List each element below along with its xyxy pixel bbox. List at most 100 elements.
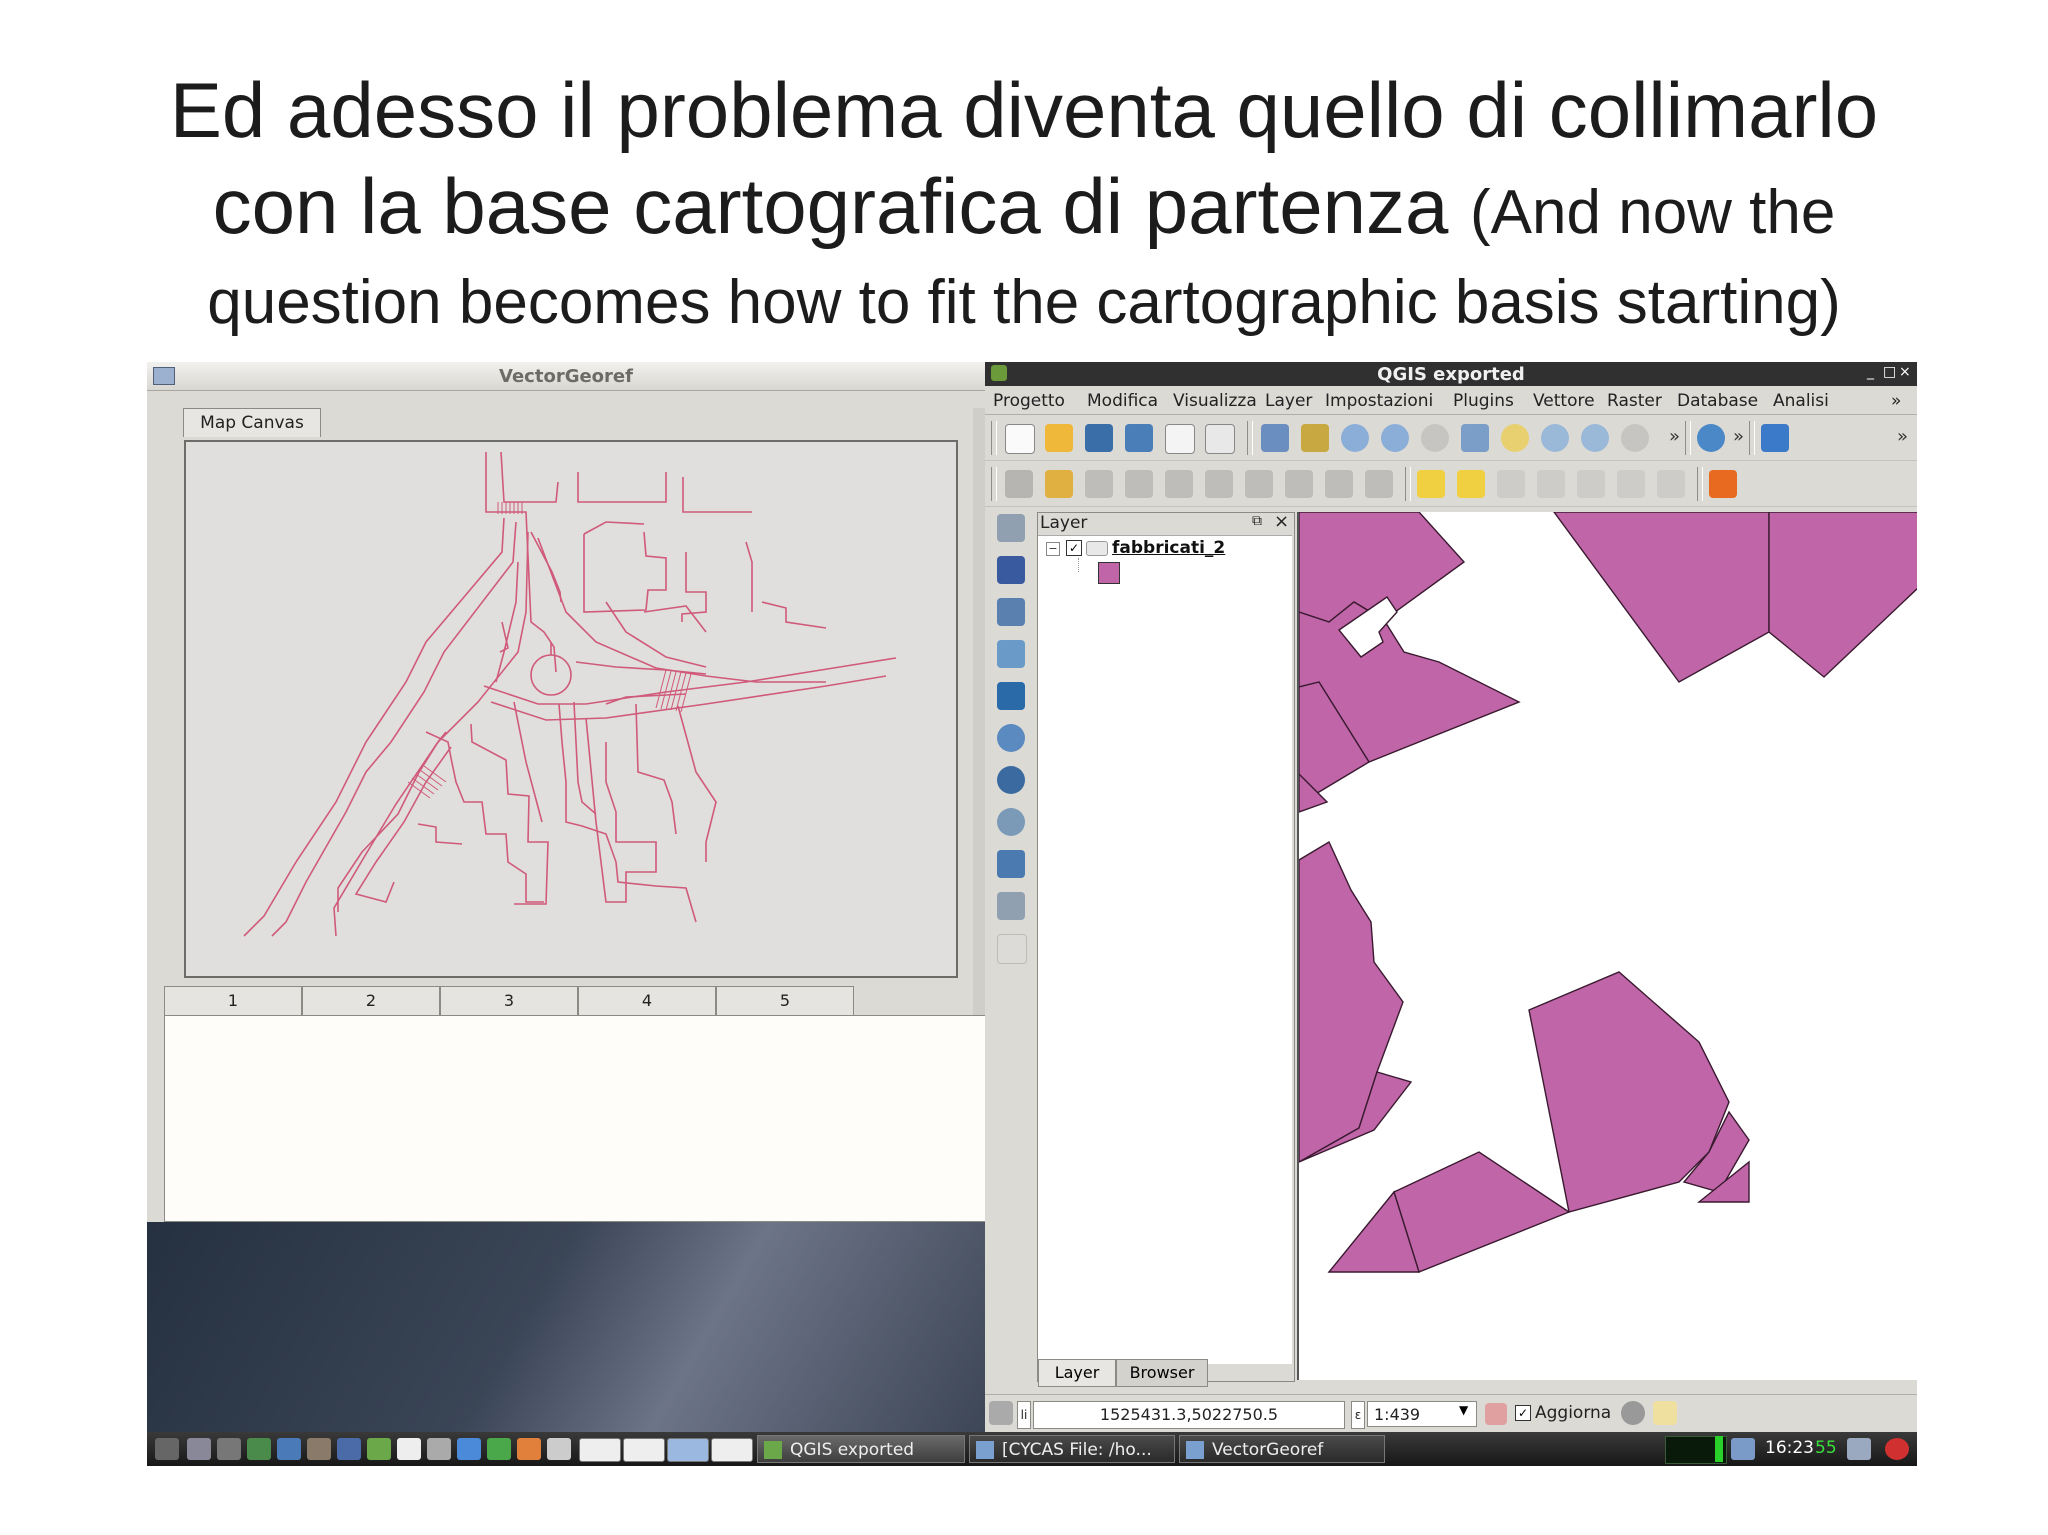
layer-visibility-checkbox[interactable]: ✓ (1066, 540, 1082, 556)
pin-labels-icon[interactable] (1497, 470, 1525, 498)
add-postgis-layer-icon[interactable] (997, 598, 1025, 626)
menu-modifica[interactable]: Modifica (1087, 391, 1158, 411)
cut-icon[interactable] (1285, 470, 1313, 498)
collapse-icon[interactable]: − (1046, 542, 1060, 556)
show-desktop-icon[interactable] (187, 1438, 211, 1460)
zoom-next-icon[interactable] (1621, 424, 1649, 452)
menu-impostazioni[interactable]: Impostazioni (1325, 391, 1433, 411)
move-feature-icon[interactable] (1165, 470, 1193, 498)
zoom-out-icon[interactable] (1381, 424, 1409, 452)
workspace-4[interactable] (711, 1438, 753, 1462)
save-edits-icon[interactable] (1085, 470, 1113, 498)
add-spatialite-layer-icon[interactable] (997, 640, 1025, 668)
save-project-icon[interactable] (1085, 424, 1113, 452)
zoom-actual-size-icon[interactable] (1421, 424, 1449, 452)
clock-time[interactable]: 16:23 (1765, 1438, 1814, 1458)
menu-progetto[interactable]: Progetto (993, 391, 1065, 411)
close-button[interactable]: × (1899, 364, 1911, 380)
column-header[interactable]: 4 (578, 986, 716, 1016)
qgis-launcher-icon[interactable] (367, 1438, 391, 1460)
add-delimited-text-icon[interactable] (997, 850, 1025, 878)
stop-render-icon[interactable] (1485, 1403, 1507, 1425)
add-feature-icon[interactable] (1125, 470, 1153, 498)
menu-layer[interactable]: Layer (1265, 391, 1312, 411)
identify-icon[interactable] (1697, 424, 1725, 452)
add-mssql-layer-icon[interactable] (997, 682, 1025, 710)
add-wcs-layer-icon[interactable] (997, 766, 1025, 794)
zoom-to-selection-icon[interactable] (1501, 424, 1529, 452)
column-header[interactable]: 3 (440, 986, 578, 1016)
writer-icon[interactable] (457, 1438, 481, 1460)
messages-warning-icon[interactable] (1653, 1401, 1677, 1425)
column-header[interactable]: 1 (164, 986, 302, 1016)
menu-visualizza[interactable]: Visualizza (1173, 391, 1257, 411)
new-print-composer-icon[interactable] (1165, 424, 1195, 454)
tab-layer[interactable]: Layer (1038, 1359, 1116, 1387)
add-wms-layer-icon[interactable] (997, 724, 1025, 752)
calc-icon[interactable] (487, 1438, 511, 1460)
app-launcher-icon[interactable] (427, 1438, 451, 1460)
map-canvas[interactable] (184, 440, 958, 978)
composer-manager-icon[interactable] (1205, 424, 1235, 454)
toolbar-overflow-chevron[interactable]: » (1669, 426, 1680, 447)
impress-icon[interactable] (517, 1438, 541, 1460)
paste-icon[interactable] (1365, 470, 1393, 498)
plugin-tool-icon[interactable] (1709, 470, 1737, 498)
new-shapefile-icon[interactable] (997, 892, 1025, 920)
layer-name[interactable]: fabbricati_2 (1112, 538, 1225, 558)
copy-icon[interactable] (1325, 470, 1353, 498)
delete-selected-icon[interactable] (1245, 470, 1273, 498)
label-tool-icon[interactable] (1417, 470, 1445, 498)
add-wfs-layer-icon[interactable] (997, 808, 1025, 836)
change-label-icon[interactable] (1657, 470, 1685, 498)
maximize-button[interactable]: □ (1883, 364, 1896, 380)
render-checkbox[interactable]: ✓ (1515, 1405, 1531, 1421)
terminal-icon[interactable] (217, 1438, 241, 1460)
volume-icon[interactable] (1847, 1438, 1871, 1460)
menu-raster[interactable]: Raster (1607, 391, 1662, 411)
layer-symbol-swatch[interactable] (1098, 562, 1120, 584)
menu-analisi[interactable]: Analisi (1773, 391, 1829, 411)
column-header[interactable]: 5 (716, 986, 854, 1016)
app-launcher-icon[interactable] (337, 1438, 361, 1460)
open-project-icon[interactable] (1045, 424, 1073, 452)
pencil-icon[interactable] (1045, 470, 1073, 498)
menu-database[interactable]: Database (1677, 391, 1758, 411)
chevron-down-icon[interactable]: ▼ (1459, 1403, 1468, 1417)
vectorgeoref-table[interactable] (164, 1015, 987, 1222)
app-launcher-icon[interactable] (307, 1438, 331, 1460)
rotate-label-icon[interactable] (1617, 470, 1645, 498)
workspace-3[interactable] (667, 1438, 709, 1462)
zoom-last-icon[interactable] (1581, 424, 1609, 452)
layer-labeling-icon[interactable] (1457, 470, 1485, 498)
move-label-icon[interactable] (1577, 470, 1605, 498)
task-cycas[interactable]: [CYCAS File: /ho... (969, 1435, 1175, 1463)
tab-map-canvas[interactable]: Map Canvas (183, 408, 321, 437)
zoom-full-icon[interactable] (1461, 424, 1489, 452)
menu-plugins[interactable]: Plugins (1453, 391, 1514, 411)
pan-to-selection-icon[interactable] (1301, 424, 1329, 452)
coordinate-field[interactable]: 1525431.3,5022750.5 (1033, 1401, 1345, 1429)
add-vector-layer-icon[interactable] (997, 514, 1025, 542)
task-qgis[interactable]: QGIS exported (757, 1435, 965, 1463)
save-as-icon[interactable] (1125, 424, 1153, 452)
scale-lock-icon[interactable]: ε (1351, 1401, 1365, 1429)
power-icon[interactable] (1885, 1438, 1909, 1460)
add-raster-layer-icon[interactable] (997, 556, 1025, 584)
toggle-extents-icon[interactable] (989, 1401, 1013, 1425)
node-tool-icon[interactable] (1205, 470, 1233, 498)
app-launcher-icon[interactable] (397, 1438, 421, 1460)
start-menu-icon[interactable] (155, 1438, 179, 1460)
pan-icon[interactable] (1261, 424, 1289, 452)
task-vectorgeoref[interactable]: VectorGeoref (1179, 1435, 1385, 1463)
layer-tree[interactable]: − ✓ fabbricati_2 (1038, 535, 1292, 1364)
new-project-icon[interactable] (1005, 424, 1035, 454)
menu-vettore[interactable]: Vettore (1533, 391, 1595, 411)
minimize-button[interactable]: _ (1867, 364, 1874, 380)
workspace-1[interactable] (579, 1438, 621, 1462)
toolbar-overflow-chevron[interactable]: » (1733, 426, 1744, 447)
tab-browser[interactable]: Browser (1116, 1359, 1208, 1387)
toolbar-overflow-chevron[interactable]: » (1897, 426, 1908, 447)
qgis-map-canvas[interactable] (1297, 512, 1917, 1380)
workspace-2[interactable] (623, 1438, 665, 1462)
